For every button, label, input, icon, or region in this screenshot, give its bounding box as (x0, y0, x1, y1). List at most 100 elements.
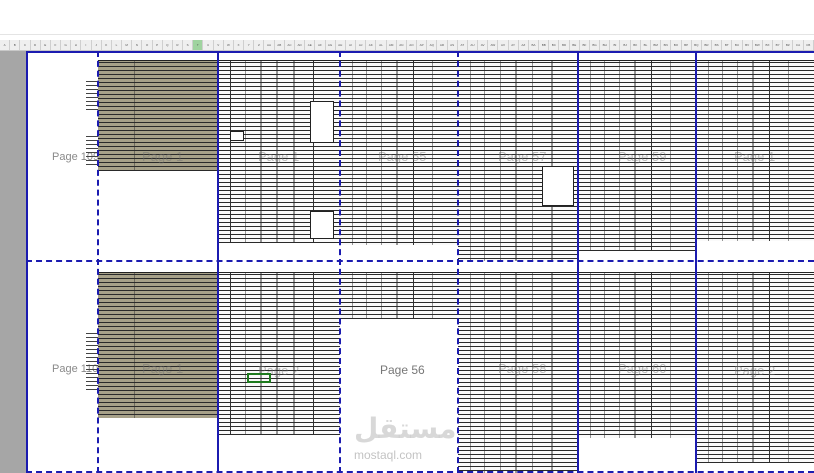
column-header-p[interactable]: P (153, 40, 163, 50)
column-header-z[interactable]: Z (254, 40, 265, 50)
page-2-right[interactable]: Page 2 (696, 263, 814, 473)
column-header-ax[interactable]: AX (498, 40, 509, 50)
column-header-ao[interactable]: AO (407, 40, 418, 50)
page-break-outer-left[interactable] (26, 51, 28, 473)
column-header-w[interactable]: W (224, 40, 234, 50)
page-57[interactable]: Page 57 (458, 51, 578, 261)
page-60[interactable]: Page 60 (578, 263, 696, 473)
column-header-bl[interactable]: BL (641, 40, 651, 50)
column-header-bj[interactable]: BJ (620, 40, 631, 50)
column-header-m[interactable]: M (122, 40, 133, 50)
column-header-ruler[interactable]: A B C D E F G H I J K L M N O P Q R S T U V W X Y Z AA AB AC AD AE AF AG… (0, 40, 814, 51)
column-header-e[interactable]: E (41, 40, 51, 50)
selected-cell[interactable] (247, 373, 271, 383)
column-header-h[interactable]: H (71, 40, 82, 50)
column-header-k[interactable]: K (102, 40, 112, 50)
column-header-af[interactable]: AF (315, 40, 326, 50)
column-header-i[interactable]: I (81, 40, 92, 50)
column-header-bg[interactable]: BG (590, 40, 601, 50)
column-header-o[interactable]: O (142, 40, 153, 50)
column-header-t[interactable]: T (193, 40, 204, 50)
column-header-q[interactable]: Q (163, 40, 173, 50)
column-header-d[interactable]: D (31, 40, 41, 50)
page-55[interactable]: Page 55 (340, 51, 458, 261)
data-grid[interactable] (340, 51, 458, 245)
column-header-an[interactable]: AN (397, 40, 407, 50)
column-header-ak[interactable]: AK (366, 40, 377, 50)
page-1-top[interactable]: Page 1 (98, 51, 218, 261)
column-header-az[interactable]: AZ (519, 40, 529, 50)
column-header-bt[interactable]: BT (722, 40, 733, 50)
column-header-ap[interactable]: AP (417, 40, 428, 50)
column-header-a[interactable]: A (0, 40, 11, 50)
column-header-bz[interactable]: BZ (783, 40, 794, 50)
column-header-ay[interactable]: AY (509, 40, 519, 50)
column-header-by[interactable]: BY (773, 40, 784, 50)
column-header-bi[interactable]: BI (610, 40, 621, 50)
column-header-be[interactable]: BE (570, 40, 580, 50)
column-header-ab[interactable]: AB (275, 40, 285, 50)
column-header-bw[interactable]: BW (753, 40, 763, 50)
page-break-outer-top[interactable] (26, 51, 814, 53)
column-header-cb[interactable]: CB (804, 40, 814, 50)
data-grid[interactable] (578, 263, 696, 438)
column-header-bs[interactable]: BS (712, 40, 723, 50)
column-header-f[interactable]: F (51, 40, 62, 50)
column-header-au[interactable]: AU (468, 40, 479, 50)
column-header-r[interactable]: R (173, 40, 184, 50)
column-header-ag[interactable]: AG (326, 40, 336, 50)
page-break-vertical[interactable] (97, 51, 99, 473)
page-109[interactable]: Page 109 (26, 51, 98, 261)
column-header-bn[interactable]: BN (661, 40, 672, 50)
page-col3-top[interactable]: Page 1 (218, 51, 340, 261)
column-header-ac[interactable]: AC (285, 40, 295, 50)
column-header-s[interactable]: S (183, 40, 194, 50)
column-header-bc[interactable]: BC (549, 40, 560, 50)
data-grid[interactable] (218, 263, 340, 435)
column-header-ca[interactable]: CA (793, 40, 804, 50)
page-110[interactable]: Page 110 (26, 263, 98, 473)
page-break-vertical[interactable] (457, 51, 459, 473)
column-header-am[interactable]: AM (387, 40, 397, 50)
column-header-av[interactable]: AV (478, 40, 489, 50)
column-header-bk[interactable]: BK (631, 40, 641, 50)
column-header-bb[interactable]: BB (539, 40, 550, 50)
column-header-v[interactable]: V (214, 40, 224, 50)
column-header-ar[interactable]: AR (437, 40, 448, 50)
column-header-aa[interactable]: AA (264, 40, 275, 50)
page-1-bottom[interactable]: Page 1 (98, 263, 218, 473)
column-header-c[interactable]: C (20, 40, 31, 50)
column-header-bv[interactable]: BV (743, 40, 753, 50)
column-header-x[interactable]: X (234, 40, 245, 50)
column-header-l[interactable]: L (112, 40, 123, 50)
column-header-ai[interactable]: AI (346, 40, 357, 50)
column-header-n[interactable]: N (132, 40, 143, 50)
data-grid[interactable] (340, 263, 458, 319)
column-header-bo[interactable]: BO (671, 40, 682, 50)
page-59[interactable]: Page 59 (578, 51, 696, 261)
column-header-al[interactable]: AL (376, 40, 387, 50)
page-1-right[interactable]: Page 1 (696, 51, 814, 261)
column-header-bm[interactable]: BM (651, 40, 662, 50)
page-58[interactable]: Page 58 (458, 263, 578, 473)
column-header-bf[interactable]: BF (580, 40, 590, 50)
column-header-bd[interactable]: BD (559, 40, 570, 50)
column-header-bp[interactable]: BP (682, 40, 692, 50)
data-grid[interactable] (98, 263, 218, 418)
column-header-b[interactable]: B (10, 40, 21, 50)
column-header-g[interactable]: G (61, 40, 72, 50)
data-grid[interactable] (696, 51, 814, 241)
column-header-br[interactable]: BR (702, 40, 713, 50)
column-header-bq[interactable]: BQ (692, 40, 702, 50)
column-header-u[interactable]: U (203, 40, 214, 50)
column-header-at[interactable]: AT (458, 40, 468, 50)
column-header-bh[interactable]: BH (600, 40, 611, 50)
page-break-vertical[interactable] (695, 51, 697, 473)
column-header-ad[interactable]: AD (295, 40, 306, 50)
column-header-bu[interactable]: BU (732, 40, 743, 50)
column-header-ah[interactable]: AH (336, 40, 346, 50)
column-header-y[interactable]: Y (244, 40, 255, 50)
page-col3-bottom[interactable]: Page 2 (218, 263, 340, 473)
page-break-vertical[interactable] (577, 51, 579, 473)
column-header-aj[interactable]: AJ (356, 40, 367, 50)
